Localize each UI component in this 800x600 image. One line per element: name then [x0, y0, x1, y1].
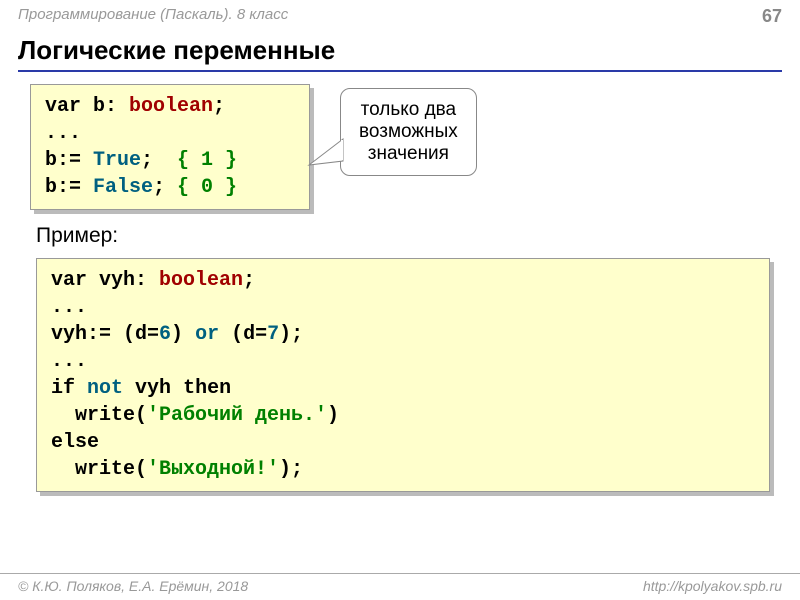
- speech-tail-icon: [307, 131, 347, 171]
- kw-false: False: [93, 176, 153, 199]
- callout-line: только два: [359, 99, 458, 121]
- kw-if: if: [51, 377, 75, 400]
- kw-not: not: [87, 377, 123, 400]
- callout-bubble: только два возможных значения: [340, 88, 477, 176]
- comment: { 1 }: [177, 149, 237, 172]
- string-literal: 'Рабочий день.': [147, 404, 327, 427]
- slide-header: Программирование (Паскаль). 8 класс 67: [0, 0, 800, 29]
- kw-var: var: [51, 269, 87, 292]
- slide-title: Логические переменные: [18, 29, 782, 72]
- kw-or: or: [195, 323, 219, 346]
- code-block-2: var vyh: boolean; ... vyh:= (d=6) or (d=…: [36, 258, 770, 492]
- page-number: 67: [762, 6, 782, 27]
- header-left: Программирование (Паскаль). 8 класс: [18, 6, 288, 23]
- footer-right: http://kpolyakov.spb.ru: [643, 578, 782, 594]
- kw-boolean: boolean: [159, 269, 243, 292]
- slide-content: var b: boolean; ... b:= True; { 1 } b:= …: [0, 84, 800, 492]
- kw-var: var: [45, 95, 81, 118]
- first-row: var b: boolean; ... b:= True; { 1 } b:= …: [30, 84, 770, 210]
- callout-line: возможных: [359, 121, 458, 143]
- code-block-1: var b: boolean; ... b:= True; { 1 } b:= …: [30, 84, 310, 210]
- callout-line: значения: [359, 143, 458, 165]
- example-label: Пример:: [36, 224, 770, 248]
- string-literal: 'Выходной!': [147, 458, 279, 481]
- comment: { 0 }: [177, 176, 237, 199]
- footer-left: © К.Ю. Поляков, Е.А. Ерёмин, 2018: [18, 578, 248, 594]
- slide-footer: © К.Ю. Поляков, Е.А. Ерёмин, 2018 http:/…: [0, 573, 800, 594]
- kw-else: else: [51, 431, 99, 454]
- kw-boolean: boolean: [129, 95, 213, 118]
- kw-then: then: [183, 377, 231, 400]
- kw-true: True: [93, 149, 141, 172]
